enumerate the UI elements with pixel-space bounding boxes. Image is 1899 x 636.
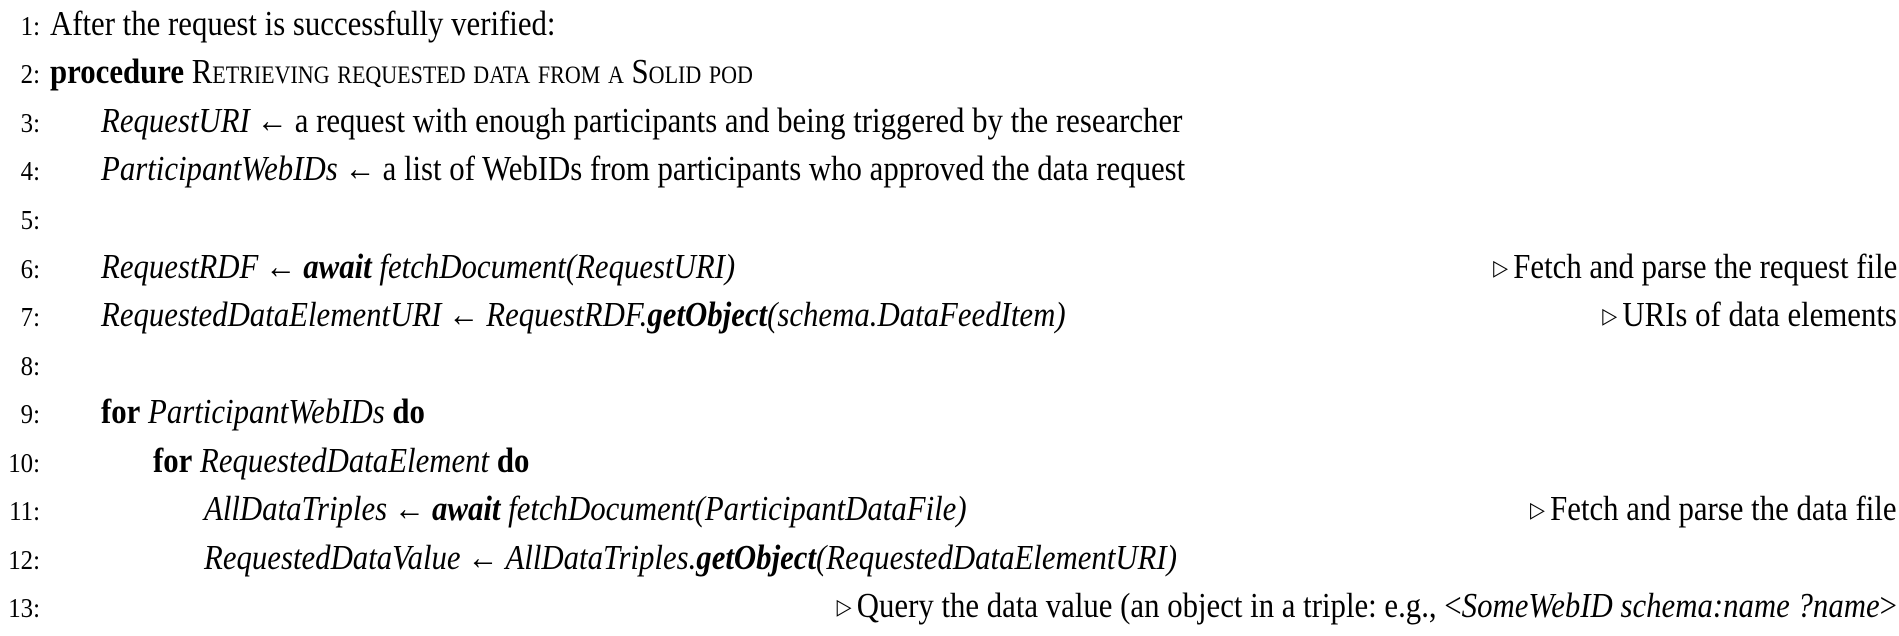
algorithm-line-6: 6: RequestRDF ← await fetchDocument(Reques… [0, 243, 1899, 291]
procedure-name: Retrieving requested data from a Solid p… [191, 52, 753, 91]
left-arrow-icon: ← [265, 247, 297, 286]
do-keyword: do [392, 392, 425, 431]
algorithm-line-1: 1: After the request is successfully ver… [0, 0, 1899, 48]
function-call: fetchDocument(RequestURI) [379, 247, 736, 286]
comment-triangle-icon: ▷ [836, 594, 852, 619]
line-number: 3: [20, 108, 40, 138]
comment-triangle-icon: ▷ [1492, 255, 1508, 280]
line-number: 9: [20, 399, 40, 429]
algorithm-line-4: 4: ParticipantWebIDs ← a list of WebIDs fr… [0, 145, 1899, 193]
line-number: 13: [8, 593, 40, 623]
assignment: AllDataTriples ← await fetchDocument(Parti… [204, 489, 967, 529]
variable: RequestRDF [101, 247, 259, 286]
line-number: 2: [20, 59, 40, 89]
line-number: 12: [8, 545, 40, 575]
line-comment: ▷ Fetch and parse the data file [1530, 489, 1897, 529]
algorithm-line-9: 9: for ParticipantWebIDs do [0, 388, 1899, 436]
algorithm-line-11: 11: AllDataTriples ← await fetchDocument(P… [0, 485, 1899, 533]
for-keyword: for [153, 441, 193, 480]
line-number: 11: [9, 496, 40, 526]
variable: RequestedDataElementURI [101, 295, 442, 334]
algorithm-line-3: 3: RequestURI ← a request with enough part… [0, 97, 1899, 145]
line-comment: ▷ Query the data value (an object in a tr… [837, 586, 1897, 626]
assignment: ParticipantWebIDs ← a list of WebIDs from … [101, 149, 1185, 189]
procedure-keyword: procedure [50, 52, 185, 91]
variable: AllDataTriples [204, 489, 388, 528]
method-args: (RequestedDataElementURI) [816, 538, 1177, 577]
assignment-text: a list of WebIDs from participants who a… [382, 149, 1186, 188]
comment-suffix: > [1879, 586, 1897, 625]
await-keyword: await [432, 489, 501, 528]
algorithm-line-13: 13: ▷ Query the data value (an object in … [0, 582, 1899, 630]
comment-triangle-icon: ▷ [1602, 303, 1618, 328]
algorithm-line-8: 8: [0, 340, 1899, 388]
line-comment: ▷ URIs of data elements [1602, 295, 1897, 335]
variable: RequestURI [101, 101, 250, 140]
line-number: 8: [20, 351, 40, 381]
line-number: 7: [20, 302, 40, 332]
comment-text: URIs of data elements [1622, 295, 1897, 334]
assignment: RequestURI ← a request with enough partici… [101, 101, 1182, 141]
assignment: RequestRDF ← await fetchDocument(RequestUR… [101, 247, 735, 287]
assignment: RequestedDataElementURI ← RequestRDF.getOb… [101, 295, 1066, 335]
comment-triple-example: SomeWebID schema:name ?name [1461, 586, 1880, 625]
line-number: 5: [20, 205, 40, 235]
variable: RequestedDataValue [204, 538, 461, 577]
comment-text: Fetch and parse the data file [1550, 489, 1897, 528]
loop-variable: RequestedDataElement [200, 441, 490, 480]
function-call: fetchDocument(ParticipantDataFile) [508, 489, 967, 528]
loop-variable: ParticipantWebIDs [148, 392, 385, 431]
algorithm-line-7: 7: RequestedDataElementURI ← RequestRDF.ge… [0, 291, 1899, 339]
line-comment: ▷ Fetch and parse the request file [1493, 247, 1897, 287]
left-arrow-icon: ← [467, 538, 499, 577]
method-args: (schema.DataFeedItem) [767, 295, 1066, 334]
assignment-text: a request with enough participants and b… [294, 101, 1183, 140]
method-name: getObject [647, 295, 768, 334]
line-number: 10: [8, 448, 40, 478]
left-arrow-icon: ← [344, 149, 376, 188]
method-name: getObject [696, 538, 817, 577]
do-keyword: do [496, 441, 530, 480]
comment-text: Query the data value (an object in a tri… [856, 586, 1462, 625]
for-loop: for RequestedDataElement do [153, 441, 529, 481]
line-text: After the request is successfully verifi… [50, 4, 556, 43]
assignment: RequestedDataValue ← AllDataTriples.getObj… [204, 538, 1177, 578]
left-arrow-icon: ← [394, 489, 425, 528]
object-ref: AllDataTriples. [505, 538, 697, 577]
left-arrow-icon: ← [448, 295, 480, 334]
comment-text: Fetch and parse the request file [1513, 247, 1897, 286]
comment-triangle-icon: ▷ [1530, 497, 1546, 522]
object-ref: RequestRDF. [486, 295, 648, 334]
algorithm-line-5: 5: [0, 194, 1899, 242]
line-number: 4: [20, 156, 40, 186]
line-number: 1: [20, 11, 40, 41]
line-number: 6: [20, 254, 40, 284]
variable: ParticipantWebIDs [101, 149, 338, 188]
for-keyword: for [101, 392, 141, 431]
algorithm-line-2: 2: procedure Retrieving requested data f… [0, 48, 1899, 96]
procedure-header: procedure Retrieving requested data from… [50, 52, 753, 92]
for-loop: for ParticipantWebIDs do [101, 392, 425, 432]
left-arrow-icon: ← [256, 101, 288, 140]
algorithm-line-12: 12: RequestedDataValue ← AllDataTriples.ge… [0, 534, 1899, 582]
await-keyword: await [303, 247, 372, 286]
algorithm-line-10: 10: for RequestedDataElement do [0, 437, 1899, 485]
